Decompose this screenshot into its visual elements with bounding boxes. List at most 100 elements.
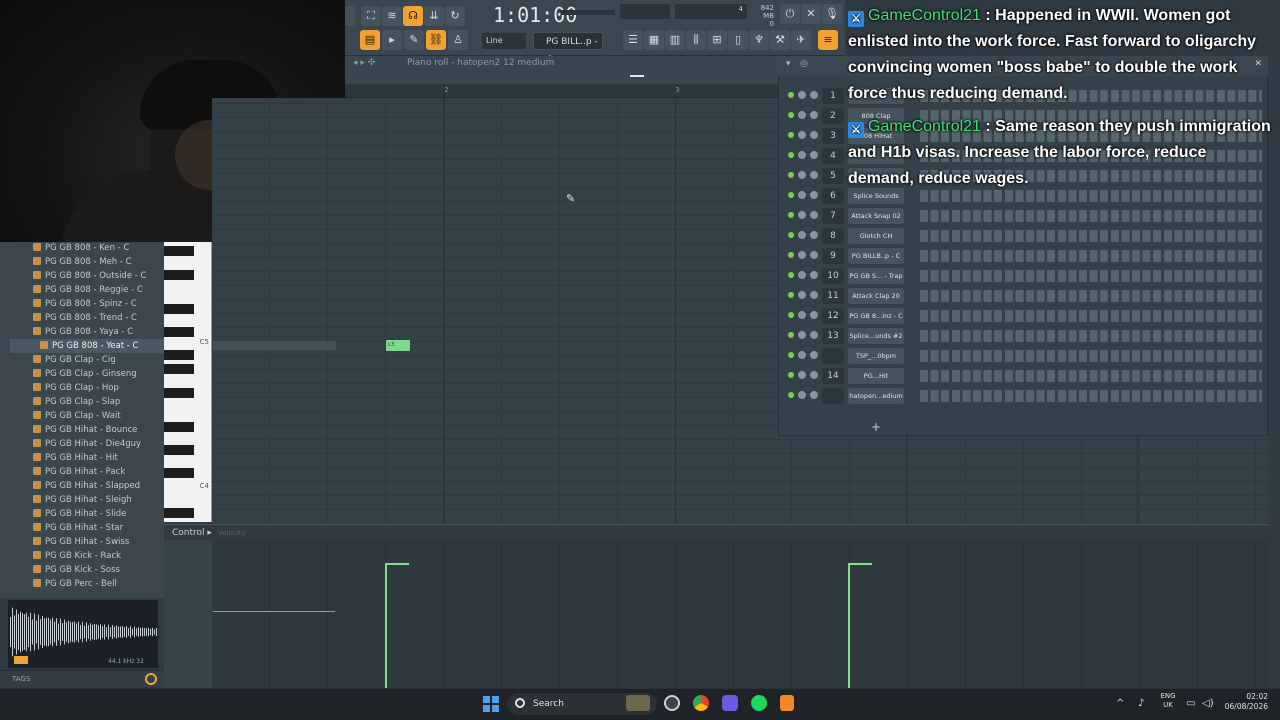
mixer-track-number[interactable]: 2 — [822, 108, 844, 124]
mixer-icon[interactable]: ⫼ — [686, 30, 706, 50]
step-sequence[interactable] — [920, 370, 1262, 382]
playlist-icon[interactable]: ☰ — [623, 30, 643, 50]
mixer-track-number[interactable] — [822, 348, 844, 364]
fx-icon[interactable]: ✈ — [791, 30, 811, 50]
mixer-track-number[interactable]: 7 — [822, 208, 844, 224]
channel-name-button[interactable]: PG GB S... - Trap — [848, 268, 904, 284]
browser-item[interactable]: PG GB Hihat - Slide — [33, 507, 126, 521]
channel-led-icon[interactable] — [788, 172, 794, 178]
browser-item[interactable]: PG GB 808 - Outside - C — [33, 269, 146, 283]
browser-item[interactable]: PG GB 808 - Ken - C — [33, 241, 129, 255]
play-icon[interactable]: ▸ — [382, 30, 402, 50]
fl-studio-icon[interactable] — [780, 695, 794, 711]
obs-icon[interactable] — [664, 695, 680, 711]
volume-knob[interactable] — [810, 311, 818, 319]
rack-swing-icon[interactable]: ◎ — [800, 59, 808, 69]
mixer-track-number[interactable]: 13 — [822, 328, 844, 344]
channel-led-icon[interactable] — [788, 212, 794, 218]
timeline-ruler[interactable]: 2 3 — [345, 84, 778, 98]
volume-knob[interactable] — [810, 391, 818, 399]
step-sequence[interactable] — [920, 250, 1262, 262]
piano-keyboard[interactable]: C5 C4 — [164, 242, 212, 522]
pan-knob[interactable] — [798, 111, 806, 119]
volume-knob[interactable] — [810, 351, 818, 359]
discord-icon[interactable] — [722, 695, 738, 711]
menu-edge-button[interactable] — [345, 6, 355, 26]
channel-name-button[interactable]: Attack Clap 20 — [848, 288, 904, 304]
step-sequence[interactable] — [920, 270, 1262, 282]
channel-row[interactable]: 12 PG GB 8...inz - C — [784, 307, 1268, 325]
volume-knob[interactable] — [810, 371, 818, 379]
microphone-tray-icon[interactable]: ♪ — [1138, 698, 1144, 709]
channel-row[interactable]: hatopen...edium — [784, 387, 1268, 405]
step-sequencer-icon[interactable]: ▦ — [644, 30, 664, 50]
piano-roll-icon[interactable]: ▥ — [665, 30, 685, 50]
volume-knob[interactable] — [810, 171, 818, 179]
browser-item[interactable]: PG GB Clap - Ginseng — [33, 367, 137, 381]
pan-knob[interactable] — [798, 331, 806, 339]
mixer-track-number[interactable]: 10 — [822, 268, 844, 284]
browser-item[interactable]: PG GB Perc - Bell — [33, 577, 117, 591]
browser-item[interactable]: PG GB Clap - Cig — [33, 353, 116, 367]
pan-knob[interactable] — [798, 151, 806, 159]
pan-knob[interactable] — [798, 391, 806, 399]
browser-item[interactable]: PG GB Hihat - Sleigh — [33, 493, 132, 507]
browser-item[interactable]: PG GB 808 - Yeat - C — [10, 339, 164, 353]
channel-led-icon[interactable] — [788, 192, 794, 198]
note-c5[interactable]: C5 — [386, 340, 410, 351]
step-sequence[interactable] — [920, 290, 1262, 302]
black-key[interactable] — [164, 304, 194, 314]
pattern-song-icon[interactable]: ⛶ — [361, 6, 381, 26]
volume-knob[interactable] — [810, 251, 818, 259]
channel-rack-icon[interactable]: ⊞ — [707, 30, 727, 50]
browser-item[interactable]: PG GB Hihat - Slapped — [33, 479, 140, 493]
browser-item[interactable]: PG GB Hihat - Bounce — [33, 423, 137, 437]
step-sequence[interactable] — [920, 390, 1262, 402]
black-key[interactable] — [164, 246, 194, 256]
settings-icon[interactable]: ✕ — [801, 4, 821, 24]
browser-item[interactable]: PG GB Hihat - Swiss — [33, 535, 129, 549]
play-preview-icon[interactable] — [14, 656, 28, 664]
piano-roll-menu-icon[interactable]: ▤ — [360, 30, 380, 50]
black-key[interactable] — [164, 350, 194, 360]
pan-knob[interactable] — [798, 351, 806, 359]
tray-chevron-icon[interactable]: ^ — [1116, 698, 1124, 709]
volume-knob[interactable] — [810, 331, 818, 339]
volume-knob[interactable] — [810, 91, 818, 99]
options-icon[interactable]: ≡ — [818, 30, 838, 50]
black-key[interactable] — [164, 388, 194, 398]
velocity-lane[interactable] — [212, 540, 1268, 688]
browser-item[interactable]: PG GB 808 - Trend - C — [33, 311, 137, 325]
chrome-icon[interactable] — [693, 695, 709, 711]
stamp-icon[interactable]: ♙ — [448, 30, 468, 50]
velocity-bar[interactable] — [385, 563, 387, 688]
channel-name-button[interactable]: PG GB 8...inz - C — [848, 308, 904, 324]
pencil-icon[interactable]: ✎ — [404, 30, 424, 50]
volume-knob[interactable] — [810, 111, 818, 119]
pan-knob[interactable] — [798, 251, 806, 259]
channel-row[interactable]: 11 Attack Clap 20 — [784, 287, 1268, 305]
channel-name-button[interactable]: Splice...unds #2 — [848, 328, 904, 344]
browser-item[interactable]: PG GB Kick - Soss — [33, 563, 120, 577]
channel-select[interactable]: PG BILL..p - C — [533, 32, 603, 65]
spotify-icon[interactable] — [751, 695, 767, 711]
channel-led-icon[interactable] — [788, 292, 794, 298]
channel-row[interactable]: 7 Attack Snap 02 — [784, 207, 1268, 225]
browser-item[interactable]: PG GB Clap - Slap — [33, 395, 120, 409]
channel-row[interactable]: TSP_...0bpm — [784, 347, 1268, 365]
pan-knob[interactable] — [798, 131, 806, 139]
step-sequence[interactable] — [920, 210, 1262, 222]
black-key[interactable] — [164, 327, 194, 337]
browser-item[interactable]: PG GB Hihat - Star — [33, 521, 123, 535]
browser-item[interactable]: PG GB Kick - Rack — [33, 549, 121, 563]
channel-led-icon[interactable] — [788, 252, 794, 258]
channel-led-icon[interactable] — [788, 232, 794, 238]
countdown-icon[interactable]: ⇊ — [424, 6, 444, 26]
channel-row[interactable]: 10 PG GB S... - Trap — [784, 267, 1268, 285]
black-key[interactable] — [164, 445, 194, 455]
channel-led-icon[interactable] — [788, 112, 794, 118]
pan-knob[interactable] — [798, 371, 806, 379]
control-label[interactable]: Control ▸ — [172, 528, 212, 538]
volume-knob[interactable] — [810, 291, 818, 299]
microphone-icon[interactable]: 🎙 — [822, 4, 842, 24]
